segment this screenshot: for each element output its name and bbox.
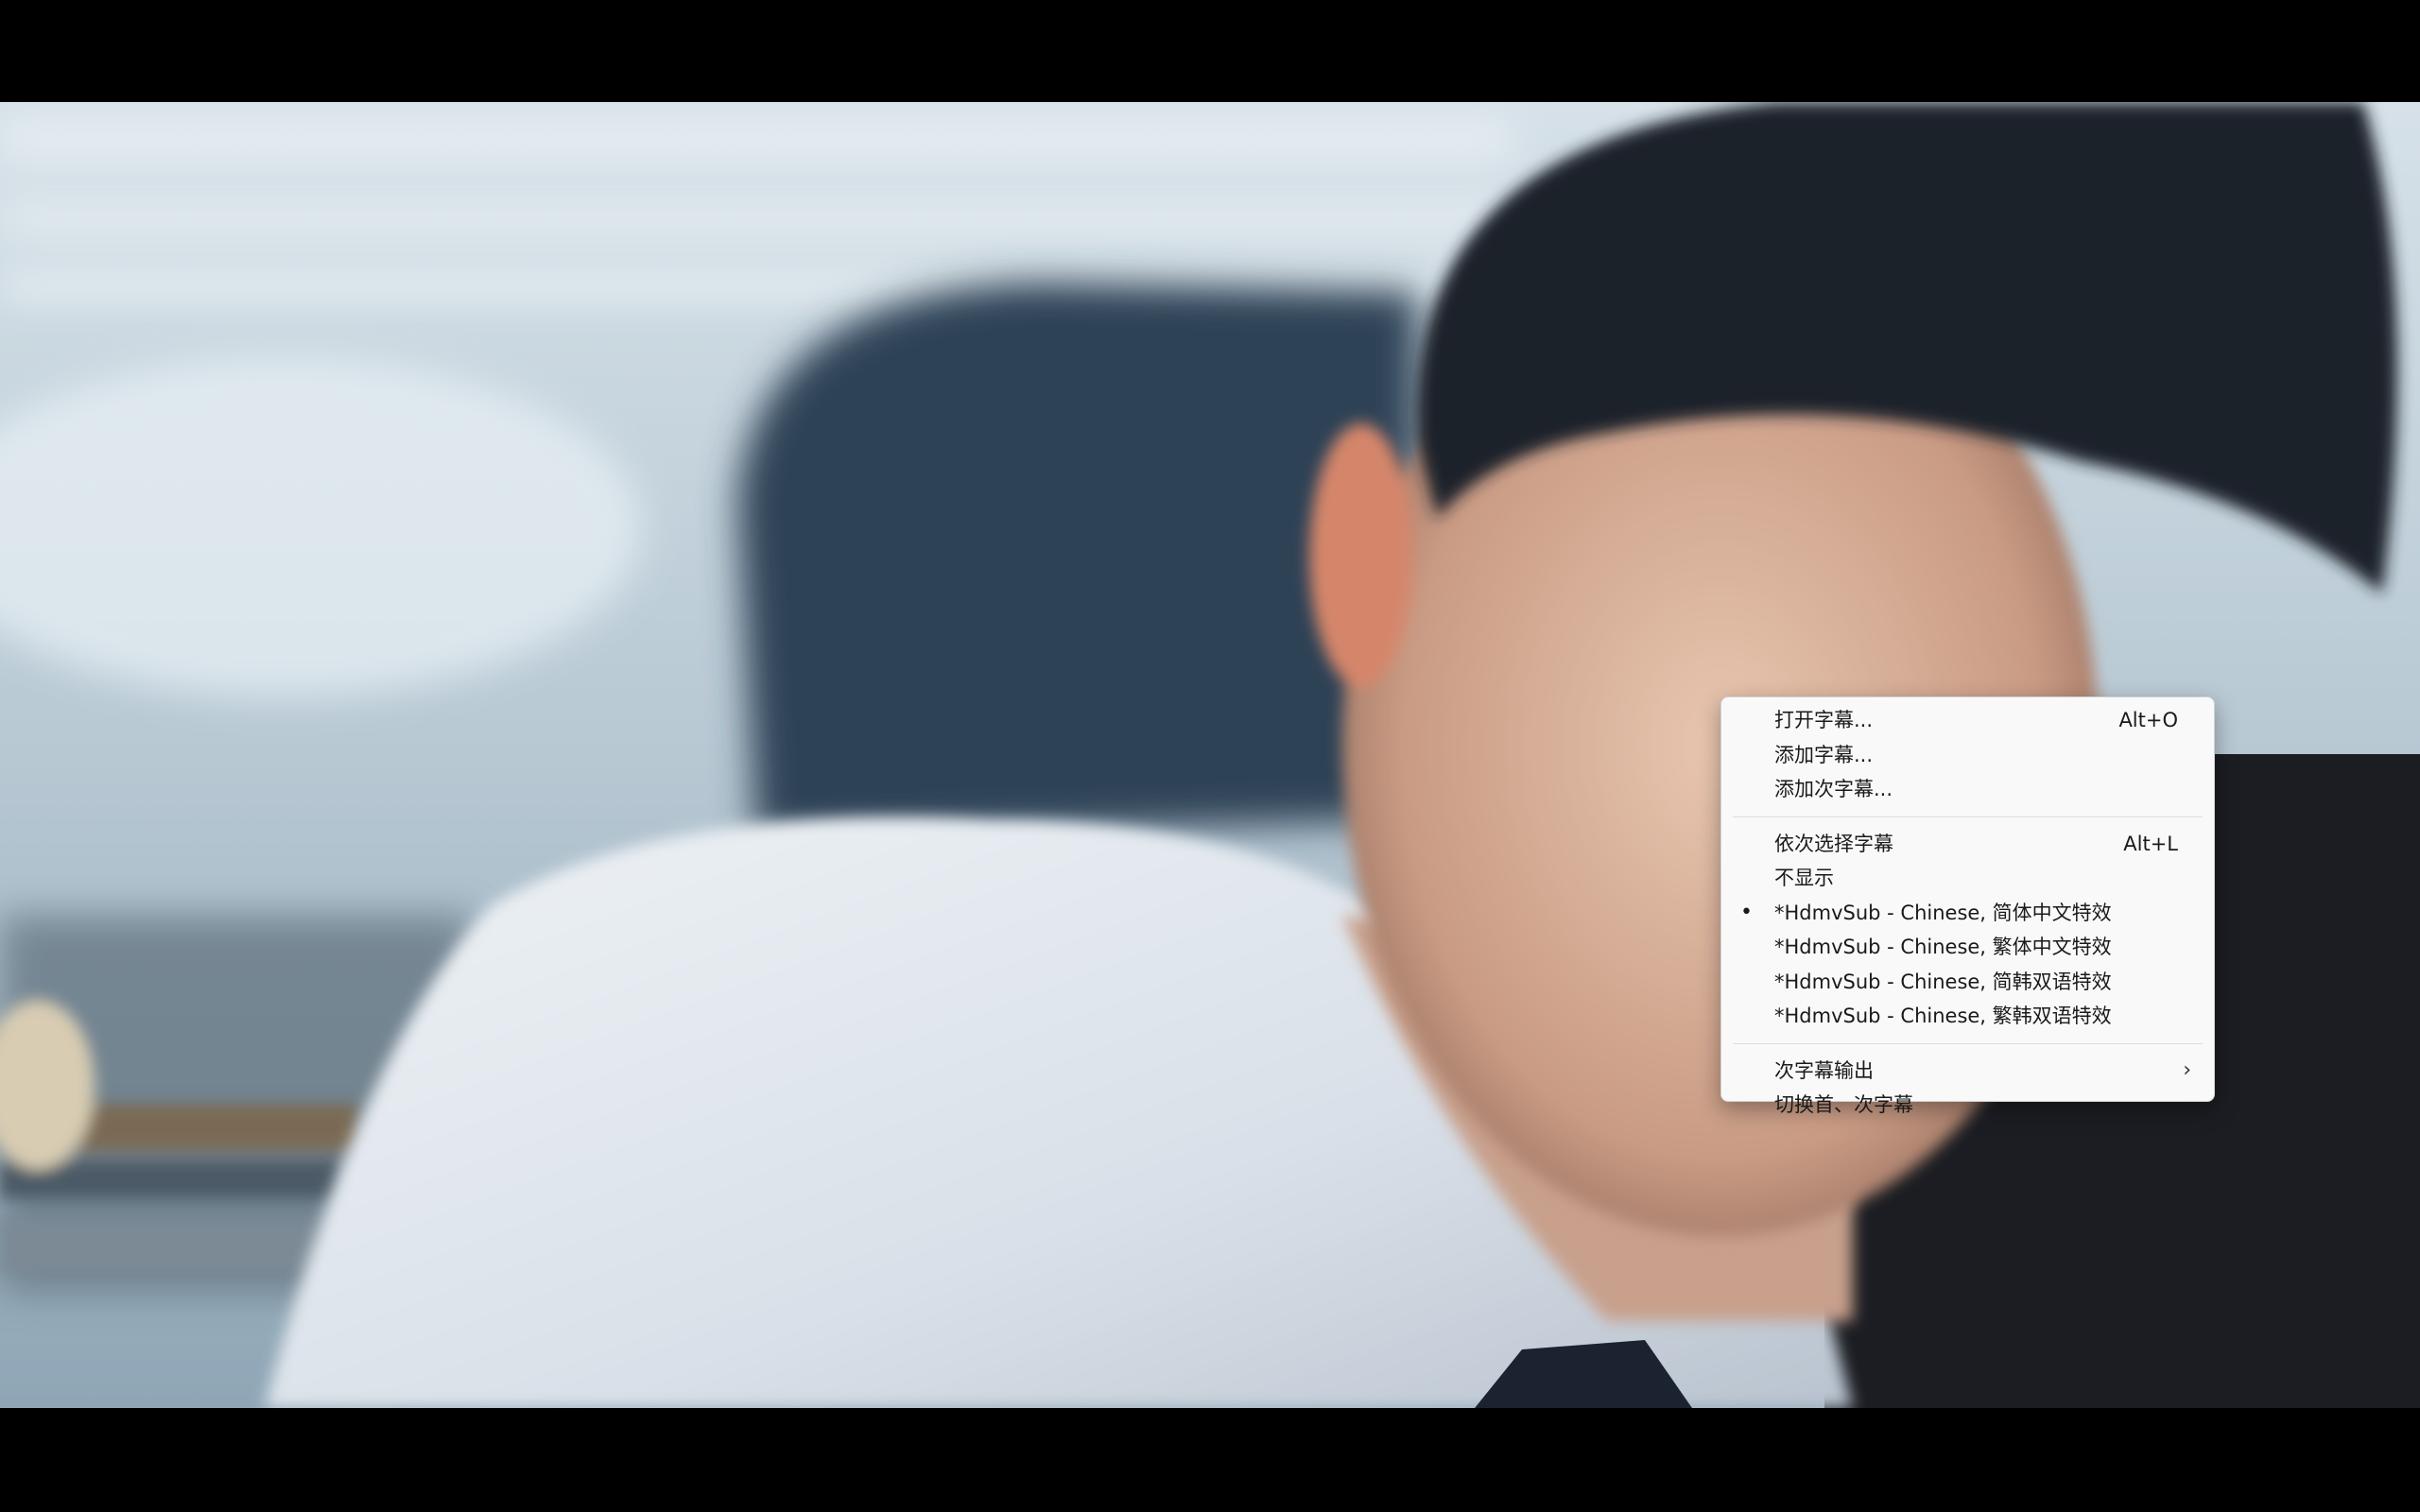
bullet-icon: • — [1740, 900, 1753, 924]
menu-item-secondary-subtitle-output[interactable]: 次字幕输出 › — [1721, 1054, 2214, 1089]
menu-item-label: 依次选择字幕 — [1774, 832, 1893, 855]
menu-item-subtitle-track-1[interactable]: • *HdmvSub - Chinese, 简体中文特效 — [1721, 896, 2214, 931]
menu-item-label: 添加次字幕... — [1774, 778, 1893, 800]
menu-item-label: *HdmvSub - Chinese, 简韩双语特效 — [1774, 970, 2112, 993]
menu-item-label: 次字幕输出 — [1774, 1058, 1874, 1082]
menu-item-swap-subtitles[interactable]: 切换首、次字幕 — [1721, 1088, 2214, 1123]
menu-item-label: *HdmvSub - Chinese, 繁体中文特效 — [1774, 936, 2112, 958]
letterbox-top — [0, 0, 2420, 102]
menu-item-cycle-subtitle[interactable]: 依次选择字幕 Alt+L — [1721, 827, 2214, 862]
menu-separator — [1733, 816, 2203, 817]
menu-item-hide-subtitle[interactable]: 不显示 — [1721, 861, 2214, 896]
menu-item-label: *HdmvSub - Chinese, 繁韩双语特效 — [1774, 1005, 2112, 1027]
menu-item-label: 切换首、次字幕 — [1774, 1093, 1913, 1116]
menu-item-subtitle-track-4[interactable]: *HdmvSub - Chinese, 繁韩双语特效 — [1721, 999, 2214, 1034]
video-player[interactable]: 打开字幕... Alt+O 添加字幕... 添加次字幕... 依次选择字幕 Al… — [0, 0, 2420, 1512]
subtitle-context-menu[interactable]: 打开字幕... Alt+O 添加字幕... 添加次字幕... 依次选择字幕 Al… — [1720, 696, 2215, 1116]
menu-item-label: 添加字幕... — [1774, 743, 1874, 766]
menu-item-add-secondary-subtitle[interactable]: 添加次字幕... — [1721, 772, 2214, 807]
menu-item-label: *HdmvSub - Chinese, 简体中文特效 — [1774, 901, 2112, 924]
menu-item-shortcut: Alt+L — [2123, 832, 2178, 855]
menu-item-add-subtitle[interactable]: 添加字幕... — [1721, 738, 2214, 773]
menu-item-open-subtitle[interactable]: 打开字幕... Alt+O — [1721, 703, 2214, 738]
letterbox-bottom — [0, 1408, 2420, 1512]
menu-item-label: 打开字幕... — [1774, 709, 1874, 731]
menu-item-subtitle-track-2[interactable]: *HdmvSub - Chinese, 繁体中文特效 — [1721, 930, 2214, 965]
menu-separator — [1733, 1042, 2203, 1044]
chevron-right-icon: › — [2183, 1057, 2191, 1082]
menu-item-label: 不显示 — [1774, 867, 1834, 889]
menu-item-subtitle-track-3[interactable]: *HdmvSub - Chinese, 简韩双语特效 — [1721, 965, 2214, 1000]
menu-item-shortcut: Alt+O — [2118, 709, 2178, 731]
